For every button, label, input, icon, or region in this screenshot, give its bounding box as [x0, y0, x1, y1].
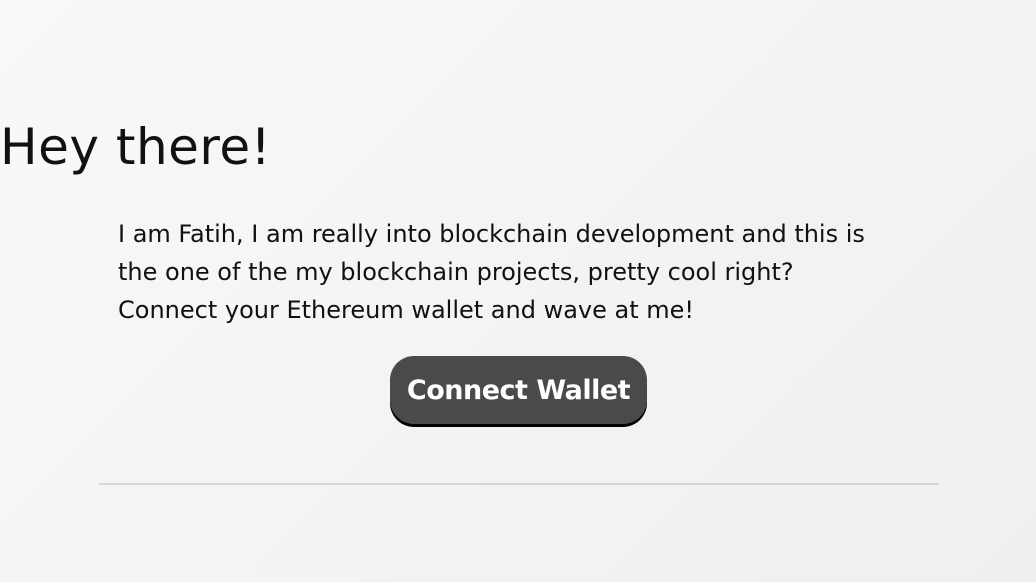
page-title: Hey there! — [0, 118, 272, 176]
bio-line: the one of the my blockchain projects, p… — [118, 258, 794, 286]
bio-line: Connect your Ethereum wallet and wave at… — [118, 296, 695, 324]
bio-line: I am Fatih, I am really into blockchain … — [118, 220, 865, 248]
bio-text: I am Fatih, I am really into blockchain … — [118, 215, 918, 329]
connect-wallet-button[interactable]: Connect Wallet — [390, 356, 647, 424]
divider — [99, 483, 939, 485]
